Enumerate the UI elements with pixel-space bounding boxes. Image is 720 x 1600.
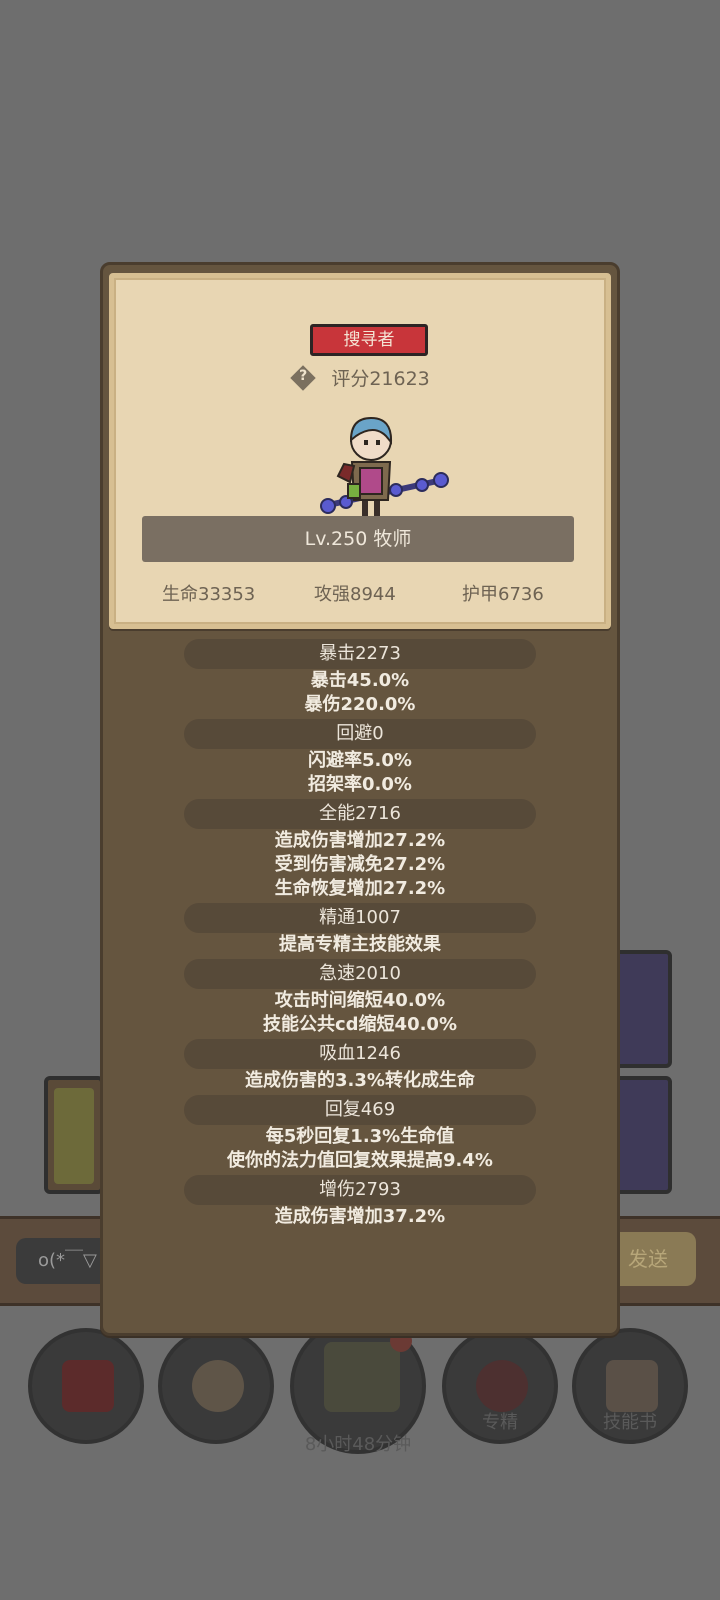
- stat-section-mastery: 精通1007 提高专精主技能效果: [103, 903, 617, 959]
- equipment-card-right-top: [612, 950, 672, 1068]
- character-avatar: [320, 416, 449, 516]
- stat-section-haste: 急速2010 攻击时间缩短40.0% 技能公共cd缩短40.0%: [103, 959, 617, 1039]
- stat-header: 回复469: [184, 1095, 536, 1125]
- stat-detail: 暴伤220.0%: [304, 694, 416, 715]
- rank-badge: 搜寻者: [310, 324, 428, 356]
- chest-timer: 8小时48分钟: [304, 1434, 412, 1455]
- bread-icon: [192, 1360, 244, 1412]
- stat-section-dodge: 回避0 闪避率5.0% 招架率0.0%: [103, 719, 617, 799]
- stat-section-crit: 暴击2273 暴击45.0% 暴伤220.0%: [103, 639, 617, 719]
- base-stat-attack-power: 攻强8944: [314, 584, 396, 605]
- secondary-stat-list: 暴击2273 暴击45.0% 暴伤220.0% 回避0 闪避率5.0% 招架率0.0% 全能…: [103, 639, 617, 1231]
- nav-mastery-label: 专精: [482, 1412, 518, 1433]
- score-text: 评分21623: [331, 368, 430, 390]
- mastery-icon: [476, 1360, 528, 1412]
- stat-header: 吸血1246: [184, 1039, 536, 1069]
- stat-detail: 使你的法力值回复效果提高9.4%: [227, 1150, 493, 1171]
- skill-book-icon: [606, 1360, 658, 1412]
- stat-detail: 造成伤害增加37.2%: [274, 1206, 446, 1227]
- stat-detail: 造成伤害增加27.2%: [274, 830, 446, 851]
- nav-skill-book-button: 技能书: [572, 1328, 688, 1444]
- stat-detail: 技能公共cd缩短40.0%: [262, 1014, 457, 1035]
- nav-bread-button: [158, 1328, 274, 1444]
- base-stat-armor: 护甲6736: [462, 584, 544, 605]
- stat-header: 增伤2793: [184, 1175, 536, 1205]
- nav-skill-book-label: 技能书: [603, 1412, 657, 1433]
- stat-detail: 造成伤害的3.3%转化成生命: [245, 1070, 475, 1091]
- stat-header: 全能2716: [184, 799, 536, 829]
- character-card: 搜寻者 ? 评分21623 Lv.250 牧师 生命33353 攻强8944 护…: [109, 273, 611, 629]
- stat-header: 暴击2273: [184, 639, 536, 669]
- stat-section-regen: 回复469 每5秒回复1.3%生命值使你的法力值回复效果提高9.4%: [103, 1095, 617, 1175]
- stat-detail: 受到伤害减免27.2%: [274, 854, 446, 875]
- stat-detail: 每5秒回复1.3%生命值: [265, 1126, 455, 1147]
- base-stat-health: 生命33353: [162, 584, 256, 605]
- stat-detail: 招架率0.0%: [308, 774, 412, 795]
- potion-icon: [62, 1360, 114, 1412]
- nav-potion-button: [28, 1328, 144, 1444]
- stat-detail: 暴击45.0%: [310, 670, 410, 691]
- score-row: ? 评分21623: [114, 364, 606, 394]
- base-stats: 生命33353 攻强8944 护甲6736: [114, 580, 606, 610]
- equipment-card-left: [44, 1076, 104, 1194]
- help-icon[interactable]: ?: [290, 364, 316, 391]
- stat-section-versatility: 全能2716 造成伤害增加27.2% 受到伤害减免27.2% 生命恢复增加27.2%: [103, 799, 617, 903]
- stat-header: 回避0: [184, 719, 536, 749]
- stat-detail: 提高专精主技能效果: [279, 934, 441, 955]
- stat-section-damage-bonus: 增伤2793 造成伤害增加37.2%: [103, 1175, 617, 1231]
- nav-mastery-button: 专精: [442, 1328, 558, 1444]
- stat-header: 急速2010: [184, 959, 536, 989]
- stat-detail: 生命恢复增加27.2%: [274, 878, 446, 899]
- stat-detail: 攻击时间缩短40.0%: [274, 990, 446, 1011]
- stat-detail: 闪避率5.0%: [308, 750, 412, 771]
- equipment-card-right-bottom: [612, 1076, 672, 1194]
- treasure-chest-icon: [324, 1342, 400, 1412]
- character-stats-popup[interactable]: 搜寻者 ? 评分21623 Lv.250 牧师 生命33353 攻强8944 护…: [100, 262, 620, 1336]
- stat-section-lifesteal: 吸血1246 造成伤害的3.3%转化成生命: [103, 1039, 617, 1095]
- stat-header: 精通1007: [184, 903, 536, 933]
- level-class-bar: Lv.250 牧师: [142, 516, 574, 562]
